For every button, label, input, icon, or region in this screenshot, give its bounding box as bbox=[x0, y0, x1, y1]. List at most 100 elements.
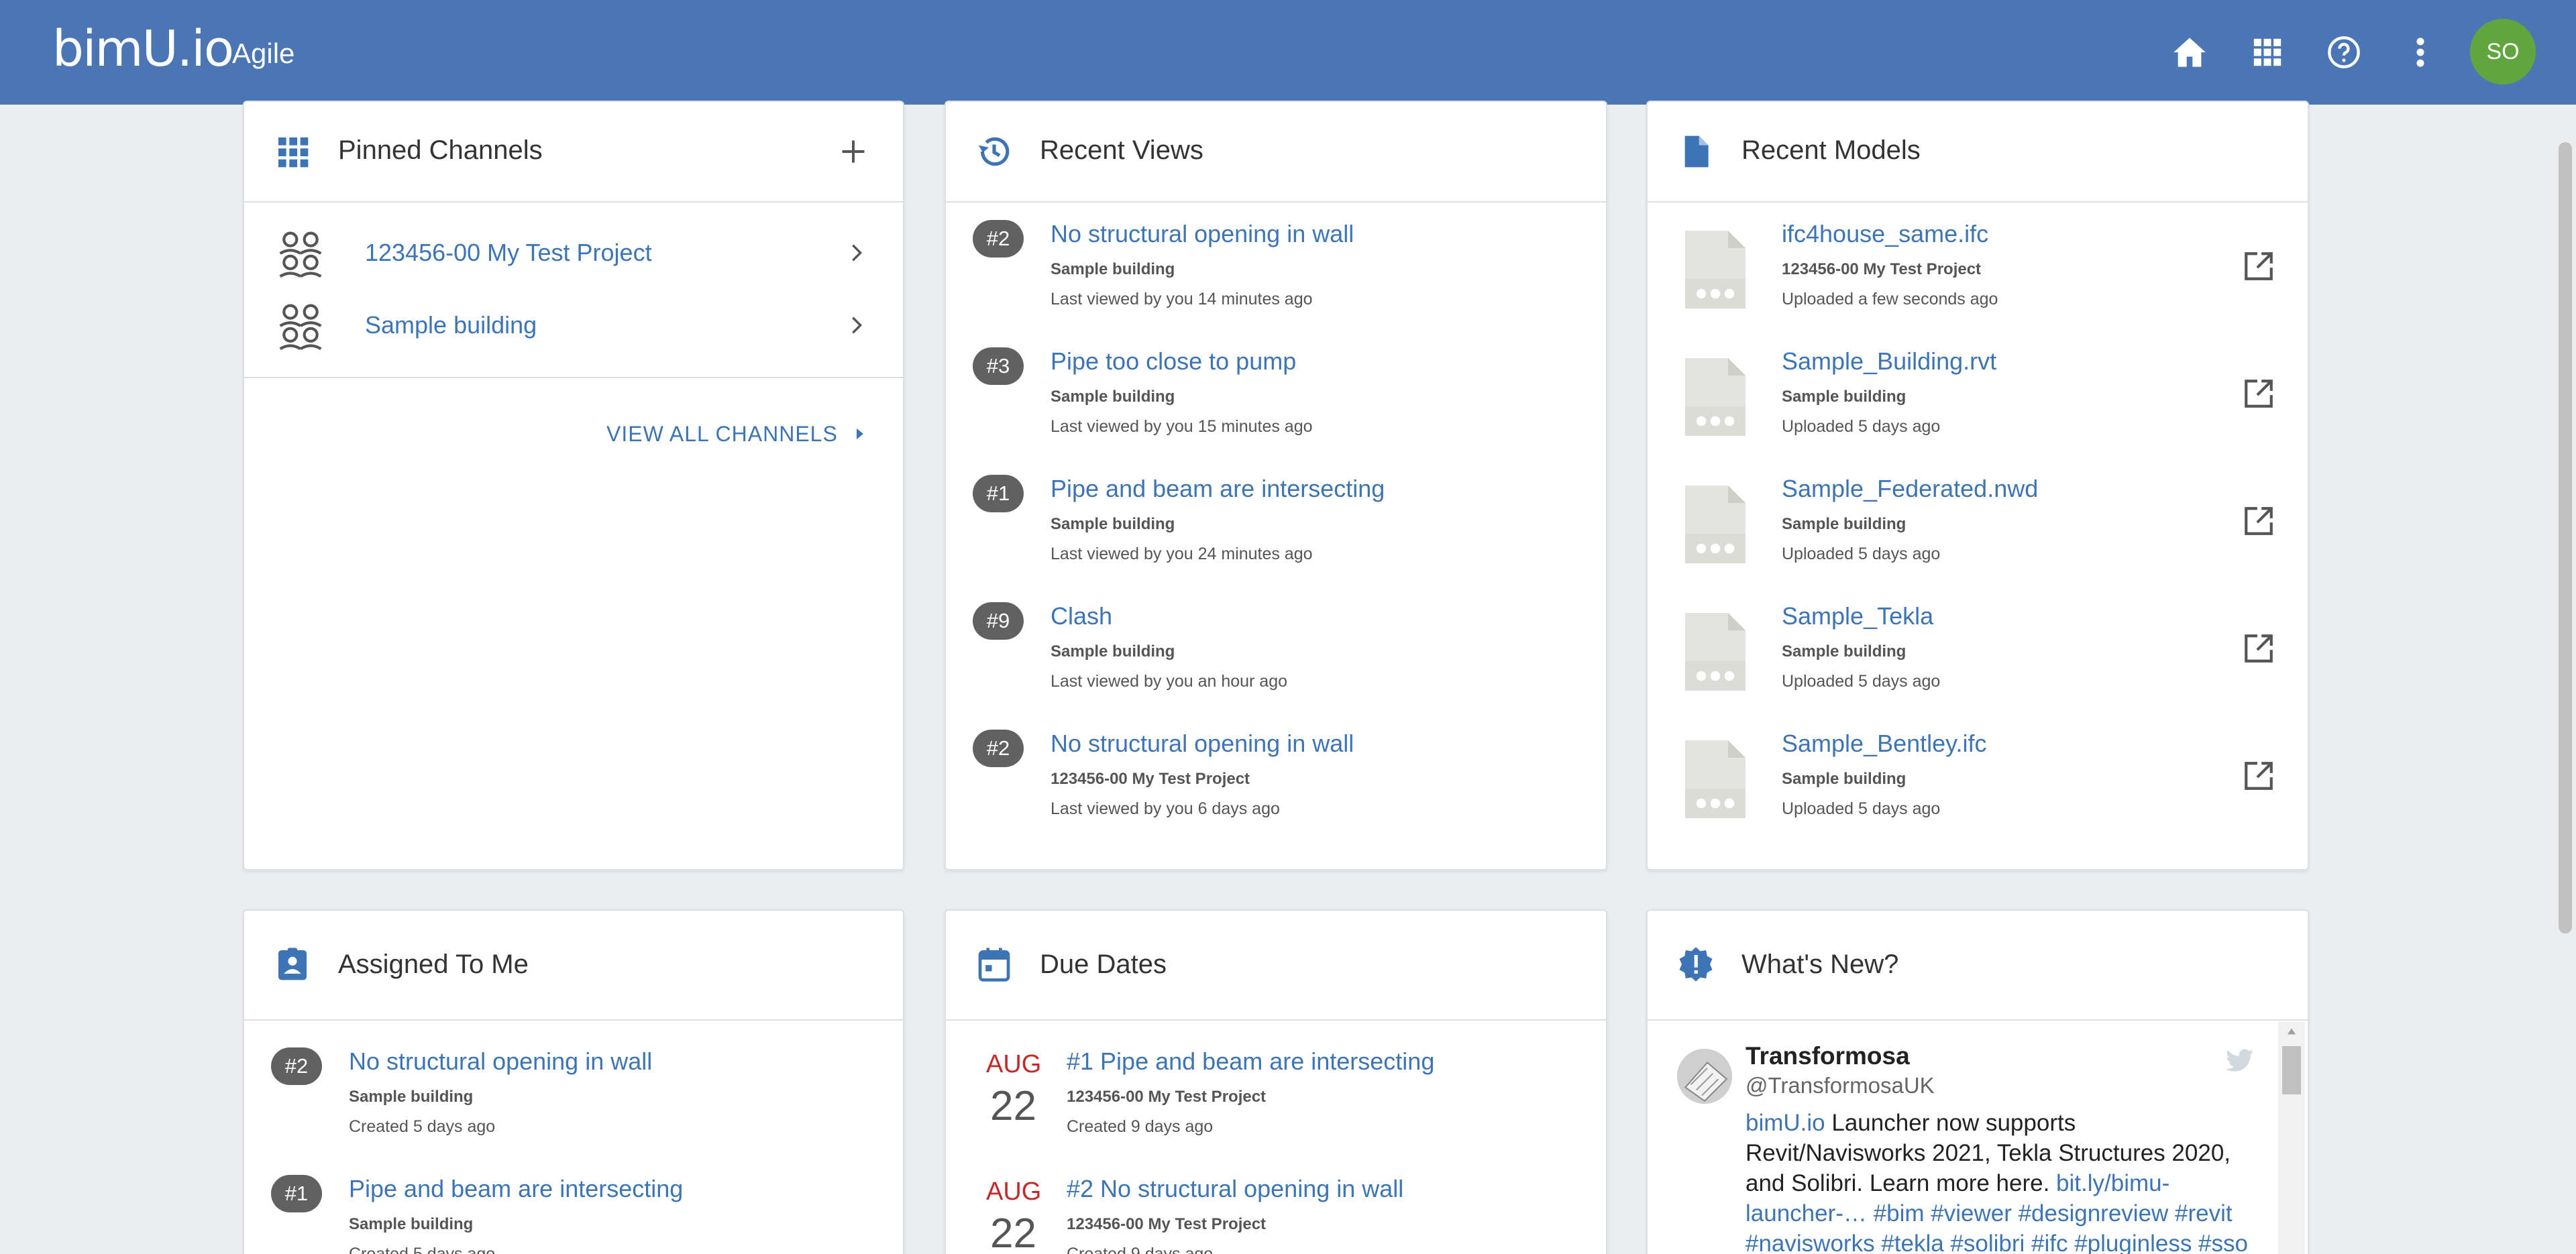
open-external-icon[interactable] bbox=[2242, 377, 2275, 410]
issue-title[interactable]: Pipe and beam are intersecting bbox=[349, 1175, 683, 1203]
list-item[interactable]: ifc4house_same.ifc 123456-00 My Test Pro… bbox=[1648, 220, 2308, 341]
help-icon[interactable] bbox=[2322, 31, 2365, 74]
model-meta: Uploaded 5 days ago bbox=[1782, 417, 1941, 436]
scroll-up-icon[interactable] bbox=[2286, 1027, 2297, 1035]
card-header: Recent Views bbox=[946, 102, 1606, 203]
list-item[interactable]: Sample_Federated.nwd Sample building Upl… bbox=[1648, 475, 2308, 595]
channel-item[interactable]: 123456-00 My Test Project bbox=[244, 221, 903, 283]
model-project: Sample building bbox=[1782, 770, 1907, 788]
tweet[interactable]: Transformosa @TransformosaUK bimU.io Lau… bbox=[1648, 1042, 2278, 1254]
more-vertical-icon[interactable] bbox=[2399, 31, 2442, 74]
channel-label[interactable]: 123456-00 My Test Project bbox=[365, 239, 652, 267]
issue-badge: #1 bbox=[973, 475, 1024, 512]
chevron-right-icon[interactable] bbox=[845, 241, 868, 264]
list-item[interactable]: #9 Clash Sample building Last viewed by … bbox=[946, 602, 1606, 723]
list-item[interactable]: #2 No structural opening in wall Sample … bbox=[946, 220, 1606, 341]
channel-label[interactable]: Sample building bbox=[365, 311, 537, 339]
list-item[interactable]: #2 No structural opening in wall Sample … bbox=[244, 1047, 903, 1168]
model-meta: Uploaded 5 days ago bbox=[1782, 545, 1941, 563]
issue-badge: #2 bbox=[973, 730, 1024, 767]
apps-grid-icon[interactable] bbox=[2246, 31, 2289, 74]
model-title[interactable]: ifc4house_same.ifc bbox=[1782, 220, 1988, 248]
card-title: Recent Views bbox=[1040, 135, 1203, 165]
feed-scrollbar[interactable] bbox=[2278, 1022, 2305, 1254]
page-scrollbar[interactable] bbox=[2551, 105, 2576, 1254]
add-icon[interactable] bbox=[839, 137, 868, 166]
issue-badge: #3 bbox=[973, 347, 1024, 385]
list-item[interactable]: Sample_Bentley.ifc Sample building Uploa… bbox=[1648, 730, 2308, 850]
list-item[interactable]: Sample_Tekla Sample building Uploaded 5 … bbox=[1648, 602, 2308, 723]
issue-title[interactable]: No structural opening in wall bbox=[349, 1047, 652, 1076]
model-file-icon bbox=[1685, 231, 1746, 308]
model-title[interactable]: Sample_Federated.nwd bbox=[1782, 475, 2038, 503]
tweet-link-bimu[interactable]: bimU.io bbox=[1746, 1110, 1825, 1136]
tweet-text: bimU.io Launcher now supports Revit/Navi… bbox=[1746, 1108, 2255, 1254]
home-icon[interactable] bbox=[2168, 31, 2211, 74]
issue-meta: Last viewed by you 14 minutes ago bbox=[1051, 290, 1313, 308]
divider bbox=[244, 377, 903, 378]
calendar-icon bbox=[978, 948, 1010, 982]
top-app-bar: bimU.io Agile SO bbox=[0, 0, 2576, 105]
card-header: Pinned Channels bbox=[244, 102, 903, 203]
card-header: Recent Models bbox=[1648, 102, 2308, 203]
list-item[interactable]: #1 Pipe and beam are intersecting Sample… bbox=[244, 1175, 903, 1254]
open-external-icon[interactable] bbox=[2242, 759, 2275, 793]
card-title: Pinned Channels bbox=[338, 135, 543, 165]
list-item[interactable]: #2 No structural opening in wall 123456-… bbox=[946, 730, 1606, 850]
model-file-icon bbox=[1685, 486, 1746, 563]
list-item[interactable]: Sample_Building.rvt Sample building Uplo… bbox=[1648, 347, 2308, 468]
document-icon bbox=[1684, 135, 1709, 168]
chevron-right-icon[interactable] bbox=[845, 314, 868, 337]
issue-meta: Last viewed by you an hour ago bbox=[1051, 672, 1288, 691]
history-icon bbox=[978, 137, 1010, 166]
view-all-channels-label: VIEW ALL CHANNELS bbox=[606, 421, 838, 446]
group-icon bbox=[279, 304, 322, 351]
twitter-bird-icon[interactable] bbox=[2226, 1049, 2254, 1073]
model-title[interactable]: Sample_Tekla bbox=[1782, 602, 1933, 630]
grid-icon bbox=[278, 137, 309, 168]
channel-item[interactable]: Sample building bbox=[244, 294, 903, 355]
feed-scrollbar-thumb[interactable] bbox=[2282, 1046, 2301, 1094]
issue-title[interactable]: No structural opening in wall bbox=[1051, 730, 1354, 758]
model-project: Sample building bbox=[1782, 515, 1907, 533]
pinned-channels-card: Pinned Channels 123456-00 My Test Projec… bbox=[243, 101, 904, 870]
recent-views-card: Recent Views #2 No structural opening in… bbox=[945, 101, 1607, 870]
issue-meta: Created 5 days ago bbox=[349, 1117, 496, 1136]
view-all-channels-button[interactable]: VIEW ALL CHANNELS bbox=[606, 417, 866, 451]
tweet-author[interactable]: Transformosa bbox=[1746, 1042, 1910, 1070]
model-meta: Uploaded a few seconds ago bbox=[1782, 290, 1998, 308]
app-logo[interactable]: bimU.io bbox=[52, 20, 234, 78]
issue-meta: Created 5 days ago bbox=[349, 1245, 496, 1254]
issue-title[interactable]: Pipe and beam are intersecting bbox=[1051, 475, 1385, 503]
issue-title[interactable]: No structural opening in wall bbox=[1051, 220, 1354, 248]
list-item[interactable]: AUG 22 #2 No structural opening in wall … bbox=[946, 1175, 1606, 1254]
page-scrollbar-thumb[interactable] bbox=[2559, 142, 2572, 933]
issue-project: Sample building bbox=[1051, 388, 1175, 406]
tweet-handle[interactable]: @TransformosaUK bbox=[1746, 1073, 1935, 1098]
issue-badge: #1 bbox=[271, 1175, 322, 1212]
list-item[interactable]: #3 Pipe too close to pump Sample buildin… bbox=[946, 347, 1606, 468]
issue-title[interactable]: #2 No structural opening in wall bbox=[1067, 1175, 1403, 1203]
issue-project: Sample building bbox=[1051, 642, 1175, 661]
assignment-ind-icon bbox=[278, 948, 307, 980]
list-item[interactable]: #1 Pipe and beam are intersecting Sample… bbox=[946, 475, 1606, 595]
issue-title[interactable]: #1 Pipe and beam are intersecting bbox=[1067, 1047, 1434, 1076]
model-meta: Uploaded 5 days ago bbox=[1782, 672, 1941, 691]
due-month: AUG bbox=[986, 1050, 1042, 1078]
user-avatar[interactable]: SO bbox=[2470, 19, 2536, 84]
due-day: 22 bbox=[990, 1083, 1036, 1129]
open-external-icon[interactable] bbox=[2242, 632, 2275, 665]
list-item[interactable]: AUG 22 #1 Pipe and beam are intersecting… bbox=[946, 1047, 1606, 1168]
open-external-icon[interactable] bbox=[2242, 249, 2275, 283]
model-title[interactable]: Sample_Bentley.ifc bbox=[1782, 730, 1987, 758]
card-title: What's New? bbox=[1741, 950, 1899, 979]
model-file-icon bbox=[1685, 740, 1746, 818]
due-day: 22 bbox=[990, 1210, 1036, 1254]
issue-title[interactable]: Clash bbox=[1051, 602, 1112, 630]
issue-title[interactable]: Pipe too close to pump bbox=[1051, 347, 1296, 376]
issue-project: Sample building bbox=[349, 1215, 474, 1233]
model-file-icon bbox=[1685, 613, 1746, 691]
model-title[interactable]: Sample_Building.rvt bbox=[1782, 347, 1996, 376]
open-external-icon[interactable] bbox=[2242, 504, 2275, 538]
card-title: Recent Models bbox=[1741, 135, 1921, 165]
